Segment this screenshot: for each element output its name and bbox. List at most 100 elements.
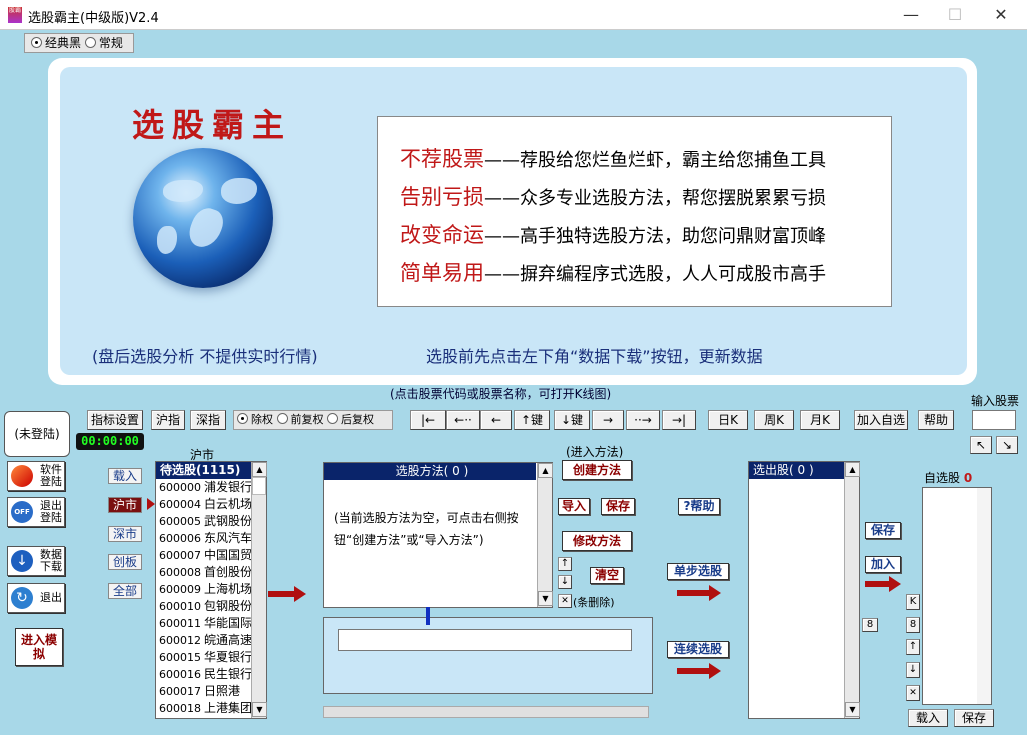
pending-stock-row[interactable]: 600011 华能国际 xyxy=(156,615,252,632)
daily-k-button[interactable]: 日K xyxy=(708,410,748,430)
pending-scrollbar[interactable]: ▲ ▼ xyxy=(251,462,267,718)
move-down-button[interactable]: ↓ xyxy=(558,575,572,589)
scroll-thumb[interactable] xyxy=(252,477,266,495)
sz-index-button[interactable]: 深指 xyxy=(190,410,226,430)
nav-prev-page-button[interactable]: ←·· xyxy=(446,410,480,430)
data-download-button[interactable]: ↓ 数据下载 xyxy=(7,546,65,576)
method-help-button[interactable]: ?帮助 xyxy=(678,498,720,515)
stock-code[interactable]: 600017 xyxy=(159,685,201,698)
stock-code[interactable]: 600005 xyxy=(159,515,201,528)
stock-name[interactable]: 华夏银行 xyxy=(204,650,252,664)
stock-name[interactable]: 白云机场 xyxy=(204,497,252,511)
theme-option-classic[interactable]: 经典黑 xyxy=(31,36,81,50)
stock-code[interactable]: 600016 xyxy=(159,668,201,681)
market-all-button[interactable]: 全部 xyxy=(108,583,142,599)
stock-code[interactable]: 600006 xyxy=(159,532,201,545)
fav-save-button[interactable]: 保存 xyxy=(954,709,994,727)
maximize-button[interactable]: ☐ xyxy=(940,4,970,26)
selected-add-button[interactable]: 加入 xyxy=(865,556,901,573)
pending-stock-row[interactable]: 600005 武钢股份 xyxy=(156,513,252,530)
stock-name[interactable]: 上海机场 xyxy=(204,582,252,596)
stock-name[interactable]: 上港集团 xyxy=(204,701,252,715)
pending-stock-row[interactable]: 600009 上海机场 xyxy=(156,581,252,598)
selected-scrollbar[interactable]: ▲ ▼ xyxy=(844,462,860,718)
close-button[interactable]: ✕ xyxy=(986,4,1016,26)
pending-stock-row[interactable]: 600006 东风汽车 xyxy=(156,530,252,547)
pending-stock-row[interactable]: 600010 包钢股份 xyxy=(156,598,252,615)
enter-simulation-button[interactable]: 进入模拟 xyxy=(15,628,63,666)
stock-name[interactable]: 民生银行 xyxy=(204,667,252,681)
pending-stock-row[interactable]: 600008 首创股份 xyxy=(156,564,252,581)
import-method-button[interactable]: 导入 xyxy=(558,498,590,515)
nav-prev-button[interactable]: ← xyxy=(480,410,512,430)
clear-method-button[interactable]: 清空 xyxy=(590,567,624,584)
indicator-settings-button[interactable]: 指标设置 xyxy=(87,410,143,430)
monthly-k-button[interactable]: 月K xyxy=(800,410,840,430)
fav-move-up-button[interactable]: ↑ xyxy=(906,639,920,655)
exit-button[interactable]: ↻ 退出 xyxy=(7,583,65,613)
fav-move-down-button[interactable]: ↓ xyxy=(906,662,920,678)
continuous-select-button[interactable]: 连续选股 xyxy=(667,641,729,658)
save-method-button[interactable]: 保存 xyxy=(601,498,635,515)
scroll-down-icon[interactable]: ▼ xyxy=(252,702,267,717)
stock-name[interactable]: 华能国际 xyxy=(204,616,252,630)
market-sz-button[interactable]: 深市 xyxy=(108,526,142,542)
pending-stock-row[interactable]: 600000 浦发银行 xyxy=(156,479,252,496)
adjust-option-forward[interactable]: 前复权 xyxy=(276,413,324,426)
nav-next-button[interactable]: → xyxy=(592,410,624,430)
stock-code-input[interactable] xyxy=(972,410,1016,430)
pending-stock-row[interactable]: 600017 日照港 xyxy=(156,683,251,700)
stock-name[interactable]: 首创股份 xyxy=(204,565,252,579)
scroll-up-icon[interactable]: ▲ xyxy=(252,462,267,477)
pending-stock-row[interactable]: 600015 华夏银行 xyxy=(156,649,252,666)
method-scrollbar[interactable]: ▲ ▼ xyxy=(537,463,553,607)
market-sh-button[interactable]: 沪市 xyxy=(108,497,142,513)
arrow-se-button[interactable]: ↘ xyxy=(996,436,1018,454)
market-load-button[interactable]: 载入 xyxy=(108,468,142,484)
sh-index-button[interactable]: 沪指 xyxy=(151,410,185,430)
step-select-button[interactable]: 单步选股 xyxy=(667,563,729,580)
pending-stock-row[interactable]: 600007 中国国贸 xyxy=(156,547,252,564)
pending-stock-row[interactable]: 600012 皖通高速 xyxy=(156,632,252,649)
software-login-button[interactable]: 软件登陆 xyxy=(7,461,65,491)
pending-stock-row[interactable]: 600016 民生银行 xyxy=(156,666,252,683)
scroll-down-icon[interactable]: ▼ xyxy=(845,702,860,717)
stock-name[interactable]: 中国国贸 xyxy=(204,548,252,562)
adjust-option-none[interactable]: 除权 xyxy=(237,413,273,426)
modify-method-button[interactable]: 修改方法 xyxy=(562,531,632,551)
nav-down-button[interactable]: ↓键 xyxy=(554,410,590,430)
selected-count-button[interactable]: 8 xyxy=(862,618,878,632)
nav-next-page-button[interactable]: ··→ xyxy=(626,410,660,430)
stock-code[interactable]: 600007 xyxy=(159,549,201,562)
add-favorite-button[interactable]: 加入自选 xyxy=(854,410,908,430)
weekly-k-button[interactable]: 周K xyxy=(754,410,794,430)
theme-option-normal[interactable]: 常规 xyxy=(84,36,123,50)
stock-name[interactable]: 东风汽车 xyxy=(204,531,252,545)
stock-code[interactable]: 600011 xyxy=(159,617,201,630)
fav-count-button[interactable]: 8 xyxy=(906,617,920,633)
create-method-button[interactable]: 创建方法 xyxy=(562,460,632,480)
stock-code[interactable]: 600012 xyxy=(159,634,201,647)
stock-code[interactable]: 600008 xyxy=(159,566,201,579)
stock-name[interactable]: 皖通高速 xyxy=(204,633,252,647)
pending-stock-row[interactable]: 600018 上港集团 xyxy=(156,700,252,717)
fav-kline-button[interactable]: K xyxy=(906,594,920,610)
minimize-button[interactable]: — xyxy=(896,4,926,26)
stock-code[interactable]: 600004 xyxy=(159,498,201,511)
help-button[interactable]: 帮助 xyxy=(918,410,954,430)
nav-last-button[interactable]: →| xyxy=(662,410,696,430)
stock-name[interactable]: 武钢股份 xyxy=(204,514,252,528)
scroll-down-icon[interactable]: ▼ xyxy=(538,591,553,606)
stock-code[interactable]: 600015 xyxy=(159,651,201,664)
market-gem-button[interactable]: 创板 xyxy=(108,554,142,570)
stock-code[interactable]: 600009 xyxy=(159,583,201,596)
nav-first-button[interactable]: |← xyxy=(410,410,446,430)
favorites-scrollbar[interactable] xyxy=(977,488,991,704)
logout-button[interactable]: OFF 退出登陆 xyxy=(7,497,65,527)
stock-name[interactable]: 日照港 xyxy=(204,684,240,698)
stock-code[interactable]: 600010 xyxy=(159,600,201,613)
arrow-nw-button[interactable]: ↖ xyxy=(970,436,992,454)
condition-input[interactable] xyxy=(338,629,632,651)
pending-stock-row[interactable]: 600004 白云机场 xyxy=(156,496,252,513)
stock-code[interactable]: 600000 xyxy=(159,481,201,494)
